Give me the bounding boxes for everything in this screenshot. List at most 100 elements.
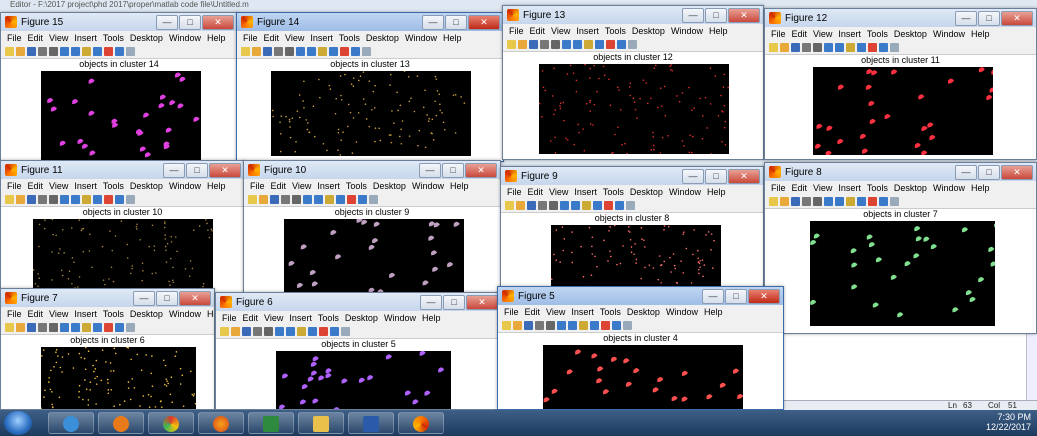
menu-item-edit[interactable]: Edit: [528, 187, 544, 197]
menu-item-view[interactable]: View: [549, 187, 568, 197]
taskbar-ie[interactable]: [48, 412, 94, 434]
toolbar-tool-icon[interactable]: [606, 39, 615, 49]
toolbar-tool-icon[interactable]: [505, 200, 514, 210]
toolbar-tool-icon[interactable]: [38, 194, 47, 204]
toolbar-tool-icon[interactable]: [890, 196, 899, 206]
close-button[interactable]: ✕: [209, 163, 241, 178]
toolbar-tool-icon[interactable]: [369, 194, 378, 204]
toolbar-tool-icon[interactable]: [231, 326, 240, 336]
figure-titlebar[interactable]: Figure 7 — □ ✕: [1, 289, 214, 307]
menu-item-desktop[interactable]: Desktop: [373, 181, 406, 191]
figure-window-9[interactable]: Figure 7 — □ ✕ File Edit View Insert Tools De…: [0, 288, 215, 410]
toolbar-tool-icon[interactable]: [551, 39, 560, 49]
toolbar-tool-icon[interactable]: [16, 46, 25, 56]
menu-item-view[interactable]: View: [49, 309, 68, 319]
toolbar-tool-icon[interactable]: [527, 200, 536, 210]
maximize-button[interactable]: □: [186, 163, 208, 178]
toolbar-tool-icon[interactable]: [126, 194, 135, 204]
figure-titlebar[interactable]: Figure 11 — □ ✕: [1, 161, 244, 179]
start-button[interactable]: [4, 411, 32, 435]
menu-item-tools[interactable]: Tools: [867, 29, 888, 39]
taskbar-matlab[interactable]: [398, 412, 444, 434]
figure-titlebar[interactable]: Figure 15 — □ ✕: [1, 13, 237, 31]
menu-item-window[interactable]: Window: [933, 183, 965, 193]
toolbar-tool-icon[interactable]: [347, 194, 356, 204]
menu-item-insert[interactable]: Insert: [576, 26, 599, 36]
menu-item-help[interactable]: Help: [709, 26, 728, 36]
figure-canvas[interactable]: objects in cluster 6: [1, 335, 214, 409]
minimize-button[interactable]: —: [682, 8, 704, 23]
close-button[interactable]: ✕: [728, 8, 760, 23]
close-button[interactable]: ✕: [468, 15, 500, 30]
toolbar-tool-icon[interactable]: [890, 42, 899, 52]
toolbar-tool-icon[interactable]: [275, 326, 284, 336]
menu-item-insert[interactable]: Insert: [838, 29, 861, 39]
menu-item-insert[interactable]: Insert: [289, 313, 312, 323]
figure-window-4[interactable]: Figure 12 — □ ✕ File Edit View Insert Tools D…: [764, 8, 1037, 160]
toolbar-tool-icon[interactable]: [241, 46, 250, 56]
toolbar-tool-icon[interactable]: [780, 196, 789, 206]
toolbar-tool-icon[interactable]: [824, 196, 833, 206]
toolbar-tool-icon[interactable]: [571, 200, 580, 210]
menu-item-window[interactable]: Window: [671, 26, 703, 36]
figure-titlebar[interactable]: Figure 10 — □ ✕: [244, 161, 500, 179]
toolbar-tool-icon[interactable]: [612, 320, 621, 330]
figure-canvas[interactable]: objects in cluster 5: [216, 339, 501, 409]
toolbar-tool-icon[interactable]: [562, 39, 571, 49]
menu-item-desktop[interactable]: Desktop: [130, 309, 163, 319]
toolbar-tool-icon[interactable]: [248, 194, 257, 204]
toolbar-tool-icon[interactable]: [549, 200, 558, 210]
toolbar-tool-icon[interactable]: [791, 196, 800, 206]
toolbar-tool-icon[interactable]: [286, 326, 295, 336]
menu-item-window[interactable]: Window: [669, 187, 701, 197]
toolbar-tool-icon[interactable]: [115, 194, 124, 204]
figure-window-10[interactable]: Figure 6 — □ ✕ File Edit View Insert Tools De…: [215, 292, 502, 410]
toolbar-tool-icon[interactable]: [264, 326, 273, 336]
menu-item-desktop[interactable]: Desktop: [366, 33, 399, 43]
figure-window-2[interactable]: Figure 14 — □ ✕ File Edit View Insert Tools D…: [236, 12, 504, 162]
maximize-button[interactable]: □: [179, 15, 201, 30]
menu-item-file[interactable]: File: [507, 187, 522, 197]
minimize-button[interactable]: —: [163, 163, 185, 178]
toolbar-tool-icon[interactable]: [5, 322, 14, 332]
menu-item-tools[interactable]: Tools: [103, 33, 124, 43]
menu-item-edit[interactable]: Edit: [271, 181, 287, 191]
menu-item-desktop[interactable]: Desktop: [630, 187, 663, 197]
menu-item-help[interactable]: Help: [971, 183, 990, 193]
maximize-button[interactable]: □: [443, 295, 465, 310]
figure-window-6[interactable]: Figure 10 — □ ✕ File Edit View Insert Tools D…: [243, 160, 501, 295]
toolbar-tool-icon[interactable]: [263, 46, 272, 56]
figure-window-3[interactable]: Figure 13 — □ ✕ File Edit View Insert Tools D…: [502, 5, 764, 160]
minimize-button[interactable]: —: [156, 15, 178, 30]
close-button[interactable]: ✕: [1001, 165, 1033, 180]
toolbar-tool-icon[interactable]: [49, 322, 58, 332]
figure-titlebar[interactable]: Figure 5 — □ ✕: [498, 287, 783, 305]
toolbar-tool-icon[interactable]: [358, 194, 367, 204]
toolbar-tool-icon[interactable]: [274, 46, 283, 56]
menu-item-desktop[interactable]: Desktop: [130, 33, 163, 43]
toolbar-tool-icon[interactable]: [557, 320, 566, 330]
toolbar-tool-icon[interactable]: [60, 194, 69, 204]
toolbar-tool-icon[interactable]: [582, 200, 591, 210]
toolbar-tool-icon[interactable]: [857, 42, 866, 52]
menu-item-file[interactable]: File: [7, 33, 22, 43]
toolbar-tool-icon[interactable]: [126, 322, 135, 332]
menu-item-edit[interactable]: Edit: [792, 183, 808, 193]
figure-canvas[interactable]: objects in cluster 13: [237, 59, 503, 161]
toolbar-tool-icon[interactable]: [82, 194, 91, 204]
toolbar-tool-icon[interactable]: [590, 320, 599, 330]
minimize-button[interactable]: —: [682, 169, 704, 184]
toolbar-tool-icon[interactable]: [769, 196, 778, 206]
minimize-button[interactable]: —: [955, 165, 977, 180]
menu-item-tools[interactable]: Tools: [867, 183, 888, 193]
toolbar-tool-icon[interactable]: [593, 200, 602, 210]
toolbar-tool-icon[interactable]: [516, 200, 525, 210]
toolbar-tool-icon[interactable]: [71, 46, 80, 56]
toolbar-tool-icon[interactable]: [626, 200, 635, 210]
menu-item-help[interactable]: Help: [707, 187, 726, 197]
figure-window-11[interactable]: Figure 5 — □ ✕ File Edit View Insert Tools De…: [497, 286, 784, 410]
toolbar-tool-icon[interactable]: [297, 326, 306, 336]
menu-item-help[interactable]: Help: [450, 181, 469, 191]
toolbar-tool-icon[interactable]: [115, 322, 124, 332]
figure-window-8[interactable]: Figure 8 — □ ✕ File Edit View Insert Tools De…: [764, 162, 1037, 334]
